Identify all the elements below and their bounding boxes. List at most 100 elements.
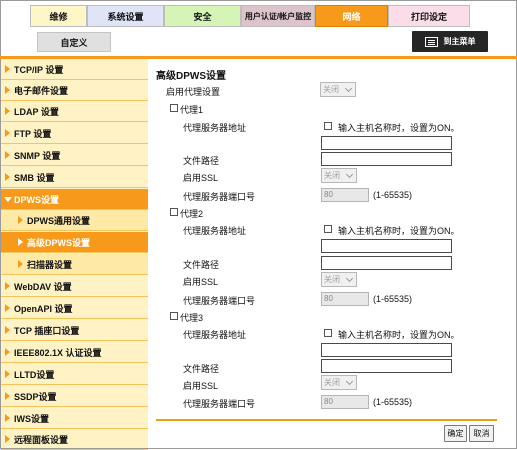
proxy3-path-input[interactable] [321,359,452,373]
tab-network[interactable]: 网络 [315,5,388,27]
proxy2-hostname-checkbox[interactable] [324,225,332,233]
proxy1-hostname-label: 输入主机名称时，设置为ON。 [338,123,460,133]
arrow-right-icon [5,348,10,356]
proxy2-port-input[interactable]: 80 [321,292,369,306]
enable-proxy-label: 启用代理设置 [166,87,221,97]
proxy2-path-input[interactable] [321,256,452,270]
tab-maintenance[interactable]: 维修 [30,5,87,27]
proxy2-server-input[interactable] [321,239,452,253]
tab-print-settings[interactable]: 打印设定 [388,5,470,27]
proxy2-ssl-value: 关闭 [324,275,340,284]
sidebar-item-dpws-general[interactable]: DPWS通用设置 [1,210,148,231]
proxy3-hostname-checkbox[interactable] [324,329,332,337]
proxy2-port-label: 代理服务器端口号 [183,296,256,306]
proxy1-server-label: 代理服务器地址 [183,123,247,133]
proxy1-path-input[interactable] [321,152,452,166]
proxy3-checkbox[interactable] [170,312,178,320]
proxy1-server-input[interactable] [321,136,452,150]
sidebar-item-openapi[interactable]: OpenAPI 设置 [1,298,148,319]
tab-security[interactable]: 安全 [164,5,241,27]
proxy3-server-input[interactable] [321,343,452,357]
footer-divider [156,419,497,421]
chevron-down-icon [345,274,354,283]
sidebar-item-ssdp[interactable]: SSDP设置 [1,386,148,407]
proxy3-port-label: 代理服务器端口号 [183,399,256,409]
proxy3-label: 代理3 [180,313,204,323]
arrow-right-icon [5,304,10,312]
proxy1-hostname-checkbox[interactable] [324,122,332,130]
sidebar-item-dpws-advanced[interactable]: 高级DPWS设置 [1,232,148,253]
arrow-right-icon [5,282,10,290]
page-title: 高级DPWS设置 [156,71,226,82]
proxy2-ssl-select[interactable]: 关闭 [321,272,357,287]
arrow-right-icon [5,370,10,378]
sidebar-item-tcpip[interactable]: TCP/IP 设置 [1,59,148,80]
chevron-down-icon [345,170,354,179]
arrow-right-icon [5,65,10,73]
sidebar-item-snmp[interactable]: SNMP 设置 [1,145,148,166]
proxy2-ssl-label: 启用SSL [183,277,219,287]
proxy1-label: 代理1 [180,105,204,115]
proxy1-port-input[interactable]: 80 [321,188,369,202]
sidebar-item-remote-panel[interactable]: 远程面板设置 [1,429,148,450]
sidebar-item-tcp-socket[interactable]: TCP 插座口设置 [1,320,148,341]
sidebar-item-dpws[interactable]: DPWS设置 [1,189,148,210]
arrow-right-icon [18,216,23,224]
cancel-button[interactable]: 取消 [469,425,494,442]
proxy3-ssl-value: 关闭 [324,378,340,387]
proxy2-port-range: (1-65535) [373,294,413,304]
arrow-right-icon [5,173,10,181]
proxy1-ssl-select[interactable]: 关闭 [321,168,357,183]
arrow-right-icon [18,238,23,246]
proxy2-label: 代理2 [180,209,204,219]
arrow-right-icon [5,129,10,137]
sidebar-item-iws[interactable]: IWS设置 [1,408,148,429]
tab-custom[interactable]: 自定义 [37,32,111,52]
sidebar-item-smb[interactable]: SMB 设置 [1,167,148,188]
arrow-right-icon [18,260,23,268]
proxy3-port-input[interactable]: 80 [321,395,369,409]
sidebar-item-ieee8021x[interactable]: IEEE802.1X 认证设置 [1,342,148,363]
proxy1-ssl-value: 关闭 [324,171,340,180]
arrow-right-icon [5,435,10,443]
main-menu-button[interactable]: 到主菜单 [412,31,488,52]
arrow-right-icon [5,151,10,159]
sidebar-item-lltd[interactable]: LLTD设置 [1,364,148,385]
proxy1-path-label: 文件路径 [183,156,220,166]
proxy1-port-range: (1-65535) [373,190,413,200]
sidebar-item-scanner[interactable]: 扫描器设置 [1,254,148,275]
sidebar-item-ldap[interactable]: LDAP 设置 [1,101,148,122]
arrow-right-icon [5,414,10,422]
proxy3-path-label: 文件路径 [183,364,220,374]
tab-user-auth[interactable]: 用户认证/帐户监控 [241,5,315,27]
arrow-right-icon [5,86,10,94]
tab-system-settings[interactable]: 系统设置 [87,5,164,27]
proxy1-ssl-label: 启用SSL [183,173,219,183]
proxy3-ssl-label: 启用SSL [183,381,219,391]
proxy2-server-label: 代理服务器地址 [183,226,247,236]
chevron-down-icon [345,377,354,386]
enable-proxy-select[interactable]: 关闭 [320,82,356,97]
sidebar: TCP/IP 设置 电子邮件设置 LDAP 设置 FTP 设置 SNMP 设置 … [1,59,148,450]
arrow-down-icon [4,197,12,202]
sidebar-item-ftp[interactable]: FTP 设置 [1,123,148,144]
menu-icon [424,36,438,47]
proxy3-server-label: 代理服务器地址 [183,330,247,340]
proxy3-ssl-select[interactable]: 关闭 [321,375,357,390]
proxy3-hostname-label: 输入主机名称时，设置为ON。 [338,330,460,340]
proxy3-port-range: (1-65535) [373,397,413,407]
arrow-right-icon [5,107,10,115]
ok-button[interactable]: 确定 [444,425,467,442]
proxy2-hostname-label: 输入主机名称时，设置为ON。 [338,226,460,236]
proxy2-path-label: 文件路径 [183,260,220,270]
proxy2-checkbox[interactable] [170,208,178,216]
main-menu-label: 到主菜单 [443,37,476,46]
chevron-down-icon [344,84,353,93]
proxy1-port-label: 代理服务器端口号 [183,192,256,202]
enable-proxy-value: 关闭 [323,85,339,94]
arrow-right-icon [5,392,10,400]
sidebar-item-webdav[interactable]: WebDAV 设置 [1,276,148,297]
sidebar-item-email[interactable]: 电子邮件设置 [1,80,148,101]
proxy1-checkbox[interactable] [170,104,178,112]
arrow-right-icon [5,326,10,334]
